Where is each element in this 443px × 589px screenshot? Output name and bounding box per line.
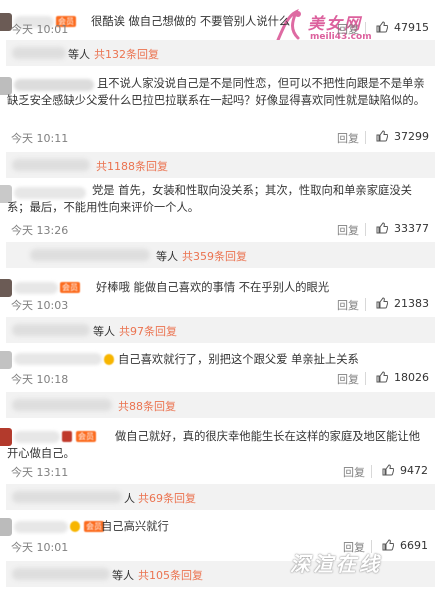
divider [371, 465, 372, 478]
sub-reply-users [12, 568, 110, 580]
watermark-bottom: 深渲在线 [290, 552, 382, 576]
sub-reply-bar[interactable]: 等人 共359条回复 [6, 242, 435, 268]
comment-item: 会员 很酷诶 做自己想做的 不要管别人说什么 今天 10:01 回复 47915… [0, 0, 443, 70]
comment-item: 且不说人家没说自己是不是同性恋，但可以不把性向跟是不是单亲缺乏安全感缺少父爱什么… [0, 72, 443, 178]
sub-reply-users [12, 47, 66, 59]
sub-reply-bar[interactable]: 等人 共132条回复 [6, 40, 435, 66]
vip-badge: 会员 [60, 282, 80, 293]
sub-reply-bar[interactable]: 等人 共97条回复 [6, 317, 435, 343]
comment-text: 党是 首先，女装和性取向没关系；其次，性取向和单亲家庭没关系；最后，不能用性向来… [7, 184, 412, 214]
thumbs-up-icon[interactable] [382, 539, 394, 551]
thumbs-up-icon[interactable] [382, 464, 394, 476]
like-count: 9472 [400, 464, 428, 477]
sub-reply-count-link[interactable]: 共132条回复 [94, 46, 159, 62]
reply-button[interactable]: 回复 [337, 297, 359, 313]
comment-item: 党是 首先，女装和性取向没关系；其次，性取向和单亲家庭没关系；最后，不能用性向来… [0, 178, 443, 268]
comment-time: 今天 10:18 [11, 373, 69, 386]
thumbs-up-icon[interactable] [376, 371, 388, 383]
thumbs-up-icon[interactable] [376, 297, 388, 309]
divider [365, 131, 366, 144]
thumbs-up-icon[interactable] [376, 21, 388, 33]
like-count: 47915 [394, 21, 429, 34]
username[interactable] [14, 521, 68, 533]
sub-reply-suffix: 等人 [68, 48, 90, 61]
like-count: 6691 [400, 539, 428, 552]
comment-text: 且不说人家没说自己是不是同性恋，但可以不把性向跟是不是单亲缺乏安全感缺少父爱什么… [7, 77, 425, 107]
comment-text: 自己高兴就行 [101, 520, 169, 533]
comment-text: 自己喜欢就行了，别把这个跟父爱 单亲扯上关系 [118, 353, 359, 366]
avatar[interactable] [0, 518, 12, 536]
comment-text: 好棒哦 能做自己喜欢的事情 不在乎别人的眼光 [96, 281, 330, 294]
comment-time: 今天 10:01 [11, 541, 69, 554]
sub-reply-users [12, 399, 112, 411]
like-count: 21383 [394, 297, 429, 310]
divider [365, 223, 366, 236]
sub-reply-count-link[interactable]: 共97条回复 [119, 323, 177, 339]
reply-button[interactable]: 回复 [337, 371, 359, 387]
sub-reply-count-link[interactable]: 共105条回复 [138, 567, 203, 583]
reply-button[interactable]: 回复 [337, 130, 359, 146]
comment-text: 做自己就好，真的很庆幸他能生长在这样的家庭及地区能让他开心做自己。 [7, 430, 421, 460]
sub-reply-count-link[interactable]: 共69条回复 [138, 490, 196, 506]
comment-item: 会员 做自己就好，真的很庆幸他能生长在这样的家庭及地区能让他开心做自己。 今天 … [0, 418, 443, 510]
avatar[interactable] [0, 279, 12, 297]
sub-reply-count-link[interactable]: 共359条回复 [182, 248, 247, 264]
comment-time: 今天 13:26 [11, 224, 69, 237]
comment-item: 自己喜欢就行了，别把这个跟父爱 单亲扯上关系 今天 10:18 回复 18026… [0, 342, 443, 418]
divider [365, 372, 366, 385]
vip-badge [70, 521, 80, 532]
sub-reply-bar[interactable]: 共1188条回复 [6, 152, 435, 178]
sub-reply-count-link[interactable]: 共1188条回复 [96, 158, 168, 174]
comment-time: 今天 10:01 [11, 23, 69, 36]
sub-reply-suffix: 等人 [112, 569, 134, 582]
reply-button[interactable]: 回复 [337, 21, 359, 37]
sub-reply-users [12, 324, 90, 336]
sub-reply-users [12, 159, 90, 171]
sub-reply-bar[interactable]: 共88条回复 [6, 392, 435, 418]
username[interactable] [14, 282, 58, 294]
comment-time: 今天 10:11 [11, 132, 69, 145]
comment-item: 会员 好棒哦 能做自己喜欢的事情 不在乎别人的眼光 今天 10:03 回复 21… [0, 270, 443, 343]
sub-reply-suffix: 人 [124, 492, 135, 505]
sub-reply-suffix: 等人 [156, 250, 178, 263]
vip-badge [104, 354, 114, 365]
reply-button[interactable]: 回复 [343, 464, 365, 480]
like-count: 33377 [394, 222, 429, 235]
avatar[interactable] [0, 351, 12, 369]
divider [365, 22, 366, 35]
sub-reply-suffix: 等人 [93, 325, 115, 338]
divider [365, 298, 366, 311]
sub-reply-bar[interactable]: 人 共69条回复 [6, 484, 435, 510]
reply-button[interactable]: 回复 [337, 222, 359, 238]
thumbs-up-icon[interactable] [376, 222, 388, 234]
like-count: 37299 [394, 130, 429, 143]
sub-reply-count-link[interactable]: 共88条回复 [118, 398, 176, 414]
sub-reply-users [30, 249, 150, 261]
sub-reply-users [12, 491, 122, 503]
like-count: 18026 [394, 371, 429, 384]
comment-time: 今天 10:03 [11, 299, 69, 312]
comment-time: 今天 13:11 [11, 466, 69, 479]
username[interactable] [14, 353, 102, 365]
thumbs-up-icon[interactable] [376, 130, 388, 142]
